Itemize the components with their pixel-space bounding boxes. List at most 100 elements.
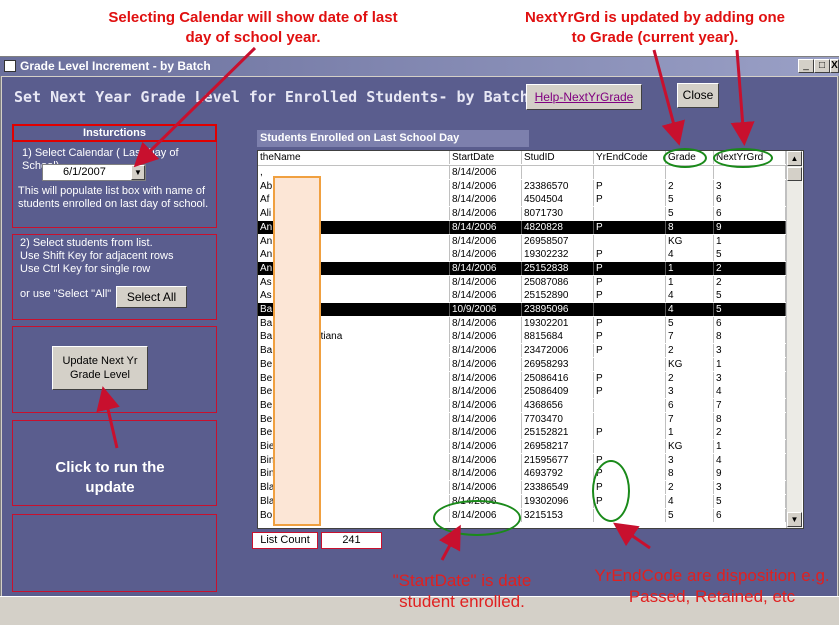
table-row[interactable]: An abella8/14/200626958507KG1 xyxy=(258,234,786,248)
cell-grade: 4 xyxy=(666,289,714,303)
cell-yrendcode: P xyxy=(594,330,666,344)
col-header-name[interactable]: theName xyxy=(258,151,450,165)
table-row[interactable]: Be 8/14/2006 4368656 6 7 xyxy=(258,398,786,412)
table-row[interactable]: Be 8/14/2006 26958293 KG 1 xyxy=(258,357,786,371)
cell-startdate: 8/14/2006 xyxy=(450,261,522,275)
cell-grade: 3 xyxy=(666,453,714,467)
close-button[interactable]: Close xyxy=(677,83,719,108)
cell-startdate: 8/14/2006 xyxy=(450,234,522,248)
cell-studid: 25152890 xyxy=(522,289,594,303)
cell-studid: 23386549 xyxy=(522,481,594,495)
table-row[interactable]: Ab nteha8/14/200623386570P23 xyxy=(258,179,786,193)
cell-studid: 8815684 xyxy=(522,330,594,344)
cell-startdate: 8/14/2006 xyxy=(450,193,522,207)
cell-yrendcode xyxy=(594,166,666,180)
select-all-button[interactable]: Select All xyxy=(116,286,187,308)
calendar-annotation: Selecting Calendar will show date of las… xyxy=(108,9,398,46)
cell-startdate: 8/14/2006 xyxy=(450,316,522,330)
update-grade-button[interactable]: Update Next Yr Grade Level xyxy=(52,346,148,390)
cell-studid: 19302201 xyxy=(522,316,594,330)
cell-studid: 25152838 xyxy=(522,261,594,275)
cell-grade: 2 xyxy=(666,481,714,495)
cell-studid: 4820828 xyxy=(522,220,594,234)
cell-studid: 23472006 xyxy=(522,344,594,358)
cell-nextyrgrd: 9 xyxy=(714,220,786,234)
table-row[interactable]: An regxxx8/14/200619302232P45 xyxy=(258,248,786,262)
table-row[interactable]: Bla 8/14/2006 23386549 P 2 3 xyxy=(258,481,786,495)
cell-yrendcode xyxy=(594,440,666,454)
cell-yrendcode: P xyxy=(594,261,666,275)
cell-startdate: 8/14/2006 xyxy=(450,371,522,385)
table-row[interactable]: Ba Sarah8/14/200619302201P56 xyxy=(258,316,786,330)
cell-yrendcode: P xyxy=(594,289,666,303)
cell-nextyrgrd: 8 xyxy=(714,412,786,426)
table-row[interactable]: Ba randeep10/9/20062389509645 xyxy=(258,303,786,317)
cell-nextyrgrd: 3 xyxy=(714,481,786,495)
cell-nextyrgrd: 5 xyxy=(714,303,786,317)
cell-grade: KG xyxy=(666,440,714,454)
help-button[interactable]: Help-NextYrGrade xyxy=(526,84,642,110)
table-row[interactable]: Af 8/14/2006 4504504 P 5 6 xyxy=(258,193,786,207)
cell-nextyrgrd: 6 xyxy=(714,193,786,207)
table-row[interactable]: Be y 8/14/2006 25086409 P 3 4 xyxy=(258,385,786,399)
cell-startdate: 8/14/2006 xyxy=(450,467,522,481)
cell-startdate: 8/14/2006 xyxy=(450,344,522,358)
table-row[interactable]: Bo icia8/14/2006321515356 xyxy=(258,508,786,522)
table-row[interactable]: , 8/14/2006 xyxy=(258,166,786,180)
table-row[interactable]: Ba urst, Christiana8/14/20068815684P78 xyxy=(258,330,786,344)
close-window-button[interactable]: X xyxy=(830,59,839,73)
table-row[interactable]: Bin 8/14/2006 21595677 P 3 4 xyxy=(258,453,786,467)
cell-startdate: 8/14/2006 xyxy=(450,248,522,262)
cell-studid: 7703470 xyxy=(522,412,594,426)
cell-studid: 3215153 xyxy=(522,508,594,522)
cell-grade: 7 xyxy=(666,330,714,344)
minimize-button[interactable]: _ xyxy=(798,59,814,73)
cell-studid: 8071730 xyxy=(522,207,594,221)
table-row[interactable]: Be y 8/14/2006 25086416 P 2 3 xyxy=(258,371,786,385)
table-row[interactable]: An hn8/14/20064820828P89 xyxy=(258,220,786,234)
cell-nextyrgrd: 1 xyxy=(714,357,786,371)
table-row[interactable]: Bin sie8/14/20064693792P89 xyxy=(258,467,786,481)
col-header-yrendcode[interactable]: YrEndCode xyxy=(594,151,666,165)
table-row[interactable]: Ali 8/14/2006 8071730 5 6 xyxy=(258,207,786,221)
chevron-down-icon[interactable]: ▼ xyxy=(131,165,145,180)
table-row[interactable]: Bla h 8/14/2006 19302096 P 4 5 xyxy=(258,494,786,508)
yrendcode-annotation: YrEndCode are disposition e.g. Passed, R… xyxy=(594,566,830,606)
cell-yrendcode: P xyxy=(594,385,666,399)
scroll-thumb[interactable] xyxy=(787,167,802,181)
cell-startdate: 8/14/2006 xyxy=(450,357,522,371)
students-listbox[interactable]: theName StartDate StudID YrEndCode Grade… xyxy=(257,150,804,529)
cell-startdate: 8/14/2006 xyxy=(450,179,522,193)
table-row[interactable]: As 8/14/2006 25152890 P 4 5 xyxy=(258,289,786,303)
table-row[interactable]: Bie ie8/14/200626958217KG1 xyxy=(258,440,786,454)
list-count-value: 241 xyxy=(321,532,382,549)
step2-line4: or use "Select "All" xyxy=(20,288,112,300)
cell-grade: 3 xyxy=(666,385,714,399)
table-row[interactable]: Be e 8/14/2006 25152821 P 1 2 xyxy=(258,426,786,440)
table-row[interactable]: An an8/14/200625152838P12 xyxy=(258,261,786,275)
cell-nextyrgrd: 7 xyxy=(714,398,786,412)
cell-yrendcode: P xyxy=(594,371,666,385)
cell-studid: 19302232 xyxy=(522,248,594,262)
scroll-down-icon[interactable]: ▼ xyxy=(787,512,802,527)
cell-studid xyxy=(522,166,594,180)
cell-grade: 4 xyxy=(666,494,714,508)
table-row[interactable]: As 8/14/2006 25087086 P 1 2 xyxy=(258,275,786,289)
cell-studid: 21595677 xyxy=(522,453,594,467)
cell-yrendcode xyxy=(594,412,666,426)
scroll-up-icon[interactable]: ▲ xyxy=(787,151,802,166)
cell-startdate: 8/14/2006 xyxy=(450,481,522,495)
col-header-studid[interactable]: StudID xyxy=(522,151,594,165)
col-header-startdate[interactable]: StartDate xyxy=(450,151,522,165)
table-row[interactable]: Be 8/14/2006 7703470 7 8 xyxy=(258,412,786,426)
cell-yrendcode: P xyxy=(594,193,666,207)
cell-startdate: 8/14/2006 xyxy=(450,412,522,426)
list-scrollbar[interactable]: ▲ ▼ xyxy=(786,151,802,528)
cell-studid: 25086416 xyxy=(522,371,594,385)
cell-grade: 5 xyxy=(666,207,714,221)
cell-grade: 4 xyxy=(666,303,714,317)
cell-yrendcode: P xyxy=(594,275,666,289)
table-row[interactable]: Ba , Olivia8/14/200623472006P23 xyxy=(258,344,786,358)
maximize-button[interactable]: □ xyxy=(814,59,830,73)
nextyrgrd-highlight-oval xyxy=(713,148,773,168)
